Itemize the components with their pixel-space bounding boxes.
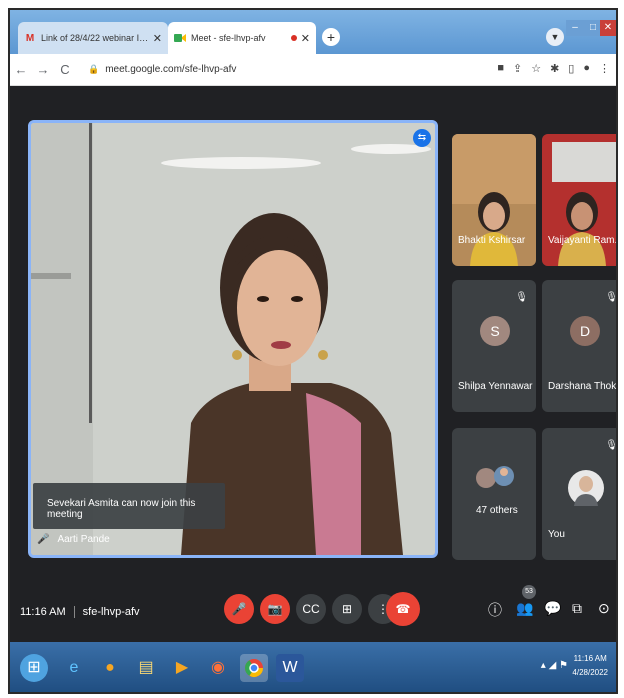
participant-name: You: [548, 529, 565, 540]
participant-name: Bhakti Kshirsar: [458, 235, 526, 246]
main-speaker-tile[interactable]: ⇆ Sevekari Asmita can now join this meet…: [28, 120, 438, 558]
word-icon[interactable]: W: [276, 654, 304, 682]
participant-tile[interactable]: 47 others: [452, 428, 536, 560]
firefox-icon[interactable]: ◉: [204, 654, 232, 682]
meeting-code: sfe-lhvp-afv: [82, 606, 140, 618]
url-text: meet.google.com/sfe-lhvp-afv: [105, 64, 237, 75]
close-window-button[interactable]: ✕: [600, 20, 616, 36]
camera-in-use-icon[interactable]: ■: [497, 62, 504, 75]
mic-muted-icon: 🎙: [515, 292, 528, 303]
chevron-down-icon[interactable]: ▼: [546, 28, 564, 46]
end-call-button[interactable]: ☎: [386, 592, 420, 626]
windows-start-icon[interactable]: ⊞: [20, 654, 48, 682]
address-bar: ← → C 🔒 meet.google.com/sfe-lhvp-afv ■ ⇪…: [10, 54, 616, 86]
forward-icon[interactable]: →: [32, 62, 54, 77]
present-button[interactable]: ⊞: [332, 594, 362, 624]
meeting-info: 11:16 AM sfe-lhvp-afv: [20, 606, 140, 618]
menu-icon[interactable]: ⋮: [599, 62, 610, 75]
participant-name: 47 others: [476, 505, 518, 516]
camera-toggle-button[interactable]: 📷: [260, 594, 290, 624]
people-icon[interactable]: 👥: [516, 600, 533, 617]
tab-webinar-link[interactable]: M Link of 28/4/22 webinar IPR - nc ✕: [18, 22, 168, 54]
screenshot-frame: M Link of 28/4/22 webinar IPR - nc ✕ Mee…: [8, 8, 618, 694]
mic-toggle-button[interactable]: 🎤: [224, 594, 254, 624]
participant-name: Darshana Thoke: [548, 381, 618, 392]
mic-muted-icon: 🎙: [605, 440, 618, 451]
activities-icon[interactable]: ⧉: [572, 600, 582, 617]
chrome-icon[interactable]: [240, 654, 268, 682]
lock-icon: 🔒: [88, 64, 100, 74]
media-player-icon[interactable]: ●: [96, 654, 124, 682]
mic-muted-icon: 🎤: [37, 534, 50, 545]
participant-tile[interactable]: Vaijayanti Ram...: [542, 134, 618, 266]
new-tab-button[interactable]: +: [322, 28, 340, 46]
url-field[interactable]: 🔒 meet.google.com/sfe-lhvp-afv: [88, 64, 236, 75]
participant-tile[interactable]: 🎙 S Shilpa Yennawar: [452, 280, 536, 412]
speaker-name: Aarti Pande: [57, 534, 110, 545]
host-controls-icon[interactable]: ⊙: [598, 600, 610, 617]
extensions-icon[interactable]: ✱: [550, 62, 559, 75]
captions-button[interactable]: CC: [296, 594, 326, 624]
pin-icon[interactable]: ⇆: [413, 129, 431, 147]
divider: [73, 606, 75, 618]
windows-taskbar: ⊞ e ● ▤ ▶ ◉ W ▴ ◢ ⚑ 11:16 AM 4/28/2022: [10, 642, 616, 692]
tab-icon[interactable]: ▯: [568, 62, 574, 75]
tab-title: Meet - sfe-lhvp-afv: [191, 33, 266, 43]
gmail-icon: M: [25, 32, 35, 44]
meeting-control-bar: 11:16 AM sfe-lhvp-afv 🎤 📷 CC ⊞ ⋮ ☎ ⓘ 53 …: [10, 574, 616, 642]
participant-name: Vaijayanti Ram...: [548, 235, 618, 246]
join-notification: Sevekari Asmita can now join this meetin…: [33, 483, 225, 529]
participant-video: [452, 134, 536, 266]
taskbar-date: 4/28/2022: [572, 668, 608, 677]
participant-tile[interactable]: 🎙 D Darshana Thoke: [542, 280, 618, 412]
taskbar-time: 11:16 AM: [573, 654, 607, 663]
meeting-stage: ⇆ Sevekari Asmita can now join this meet…: [10, 86, 616, 574]
participant-video: [542, 134, 616, 266]
speaker-name-label: 🎤 Aarti Pande: [37, 534, 110, 545]
tab-meet[interactable]: Meet - sfe-lhvp-afv ✕: [168, 22, 316, 54]
chat-icon[interactable]: 💬: [544, 600, 561, 617]
reload-icon[interactable]: C: [54, 62, 76, 77]
others-avatars-icon: [476, 466, 514, 488]
tab-title: Link of 28/4/22 webinar IPR - nc: [41, 33, 149, 43]
people-count-badge: 53: [522, 585, 536, 599]
notification-text: Sevekari Asmita can now join this meetin…: [47, 498, 196, 520]
system-tray: ▴ ◢ ⚑: [540, 660, 568, 671]
star-icon[interactable]: ☆: [531, 62, 541, 75]
participant-name: Shilpa Yennawar: [458, 381, 533, 392]
close-icon[interactable]: ✕: [301, 32, 310, 45]
address-bar-icons: ■ ⇪ ☆ ✱ ▯ ● ⋮: [497, 62, 610, 75]
avatar: D: [570, 316, 600, 346]
share-icon[interactable]: ⇪: [513, 62, 522, 75]
explorer-icon[interactable]: ▤: [132, 654, 160, 682]
recording-icon: [290, 35, 297, 41]
participant-tile[interactable]: 🎙 You: [542, 428, 618, 560]
info-icon[interactable]: ⓘ: [488, 600, 502, 620]
close-icon[interactable]: ✕: [153, 32, 162, 45]
self-avatar: [568, 470, 604, 506]
mic-muted-icon: 🎙: [605, 292, 618, 303]
minimize-button[interactable]: –: [566, 20, 584, 36]
taskbar-clock[interactable]: 11:16 AM 4/28/2022: [572, 652, 608, 680]
media-icon[interactable]: ▶: [168, 654, 196, 682]
back-icon[interactable]: ←: [10, 62, 32, 77]
profile-icon[interactable]: ●: [583, 62, 590, 75]
ie-icon[interactable]: e: [60, 654, 88, 682]
meet-icon: [174, 32, 186, 44]
participant-tile[interactable]: Bhakti Kshirsar: [452, 134, 536, 266]
avatar: S: [480, 316, 510, 346]
meeting-time: 11:16 AM: [20, 606, 66, 618]
browser-tab-strip: M Link of 28/4/22 webinar IPR - nc ✕ Mee…: [10, 10, 616, 54]
